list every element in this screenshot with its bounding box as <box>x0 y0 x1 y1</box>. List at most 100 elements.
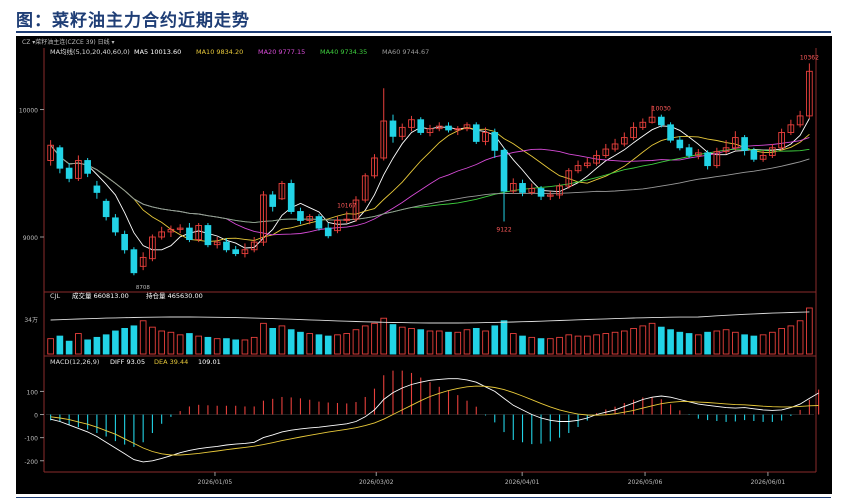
volume-bar <box>93 336 101 355</box>
date-tick-label: 2026/06/01 <box>751 479 786 486</box>
candle-body <box>232 249 240 255</box>
price-annotation: 10167 <box>337 203 356 210</box>
volume-bar <box>704 331 711 355</box>
candle-body <box>315 216 323 229</box>
macd-tick-label: 100 <box>27 389 39 396</box>
candle-body <box>491 132 499 151</box>
volume-bar <box>269 327 277 355</box>
volume-bar <box>685 333 693 355</box>
volume-bar <box>676 331 684 355</box>
volume-bar <box>417 329 425 355</box>
report-header: 图：菜籽油主力合约近期走势 <box>0 0 847 34</box>
chart-background <box>16 36 832 494</box>
ma-legend-ma60: MA60 9744.67 <box>382 48 429 56</box>
candle-body <box>676 139 684 149</box>
volume-bar <box>121 327 128 355</box>
volume-bar <box>297 331 304 355</box>
ma-legend-ma10: MA10 9834.20 <box>196 48 243 56</box>
candlestick-chart-panel: CZ ▾菜籽油主连(CZCE 39) 日线 ▾ MA均线(5,10,20,40,6… <box>16 36 832 494</box>
price-annotation: 10030 <box>652 106 671 113</box>
candle-body <box>121 234 128 251</box>
candle-body <box>472 124 480 142</box>
candle-body <box>65 167 73 179</box>
price-tick-label-10000: 10000 <box>19 108 38 115</box>
volume-bar <box>750 335 758 355</box>
macd-legend-item: DEA 39.44 <box>154 358 188 366</box>
volume-bar <box>389 324 397 355</box>
volume-bar <box>472 327 480 355</box>
candle-body <box>130 249 138 274</box>
volume-bar <box>537 338 545 355</box>
volume-bar <box>232 339 240 355</box>
volume-bar <box>667 329 674 355</box>
date-tick-label: 2026/04/01 <box>505 479 540 486</box>
candle-body <box>297 211 304 221</box>
macd-tick-label: -100 <box>24 436 38 443</box>
macd-legend-item: 109.01 <box>198 358 221 366</box>
volume-bar <box>102 334 110 355</box>
volume-axis-label: 34万 <box>24 317 38 324</box>
title-underline <box>16 31 831 33</box>
ma-legend-ma40: MA40 9734.35 <box>320 48 367 56</box>
volume-bar <box>130 325 138 355</box>
volume-bar <box>491 325 499 355</box>
macd-tick-label: -200 <box>24 459 38 466</box>
candle-body <box>324 227 332 237</box>
futures-chart-svg: CZ ▾菜籽油主连(CZCE 39) 日线 ▾MA均线(5,10,20,40,6… <box>16 36 832 494</box>
volume-legend-label: CJL <box>50 292 60 300</box>
ma-legend-ma5: MA5 10013.60 <box>134 48 181 56</box>
candle-body <box>204 225 212 246</box>
candle-body <box>519 183 526 193</box>
volume-bar <box>741 334 748 355</box>
candle-body <box>500 149 508 192</box>
ma-legend-label: MA均线(5,10,20,40,60,0) <box>50 47 130 56</box>
volume-bar <box>287 329 295 355</box>
candle-body <box>741 137 748 151</box>
candle-body <box>112 217 119 233</box>
date-tick-label: 2026/01/05 <box>198 479 233 486</box>
candle-body <box>704 152 711 167</box>
volume-bar <box>204 336 212 355</box>
volume-bar <box>186 333 193 355</box>
candle-body <box>84 160 91 174</box>
candle-body <box>685 147 693 156</box>
candle-body <box>287 183 295 212</box>
volume-bar <box>112 330 119 355</box>
volume-bar <box>658 326 665 355</box>
candle-body <box>658 116 665 126</box>
volume-bar <box>519 335 526 355</box>
volume-bar <box>223 338 230 355</box>
chart-top-bar: CZ ▾菜籽油主连(CZCE 39) 日线 ▾ <box>22 38 115 46</box>
bottom-rule <box>16 497 831 498</box>
date-tick-label: 2026/03/02 <box>359 479 394 486</box>
candle-body <box>102 200 110 218</box>
price-annotation: 10362 <box>800 54 819 61</box>
candle-body <box>750 149 758 160</box>
candle-body <box>93 185 101 193</box>
price-tick-label-9000: 9000 <box>23 235 38 242</box>
candle-body <box>56 147 64 169</box>
date-tick-label: 2026/05/06 <box>628 479 663 486</box>
volume-legend-item: 持仓量 465630.00 <box>146 291 203 300</box>
macd-tick-label: 0 <box>34 413 38 420</box>
macd-legend-label: MACD(12,26,9) <box>50 358 99 366</box>
candle-body <box>186 227 193 241</box>
candle-body <box>667 124 674 141</box>
candle-body <box>269 194 277 207</box>
candle-body <box>537 188 545 197</box>
volume-bar <box>65 340 73 355</box>
candle-body <box>389 120 397 137</box>
volume-bar <box>315 334 323 355</box>
candle-body <box>417 119 425 133</box>
price-low-label: 8708 <box>136 285 150 291</box>
volume-bar <box>445 331 452 355</box>
volume-bar <box>84 339 91 355</box>
volume-bar <box>500 320 508 355</box>
ma-legend-ma20: MA20 9777.15 <box>258 48 305 56</box>
figure-title: 图：菜籽油主力合约近期走势 <box>16 11 250 31</box>
volume-bar <box>324 335 332 355</box>
volume-legend-item: 成交量 660813.00 <box>72 291 129 300</box>
macd-legend-item: DIFF 93.05 <box>110 358 145 366</box>
candle-body <box>445 125 452 131</box>
volume-bar <box>56 335 64 355</box>
